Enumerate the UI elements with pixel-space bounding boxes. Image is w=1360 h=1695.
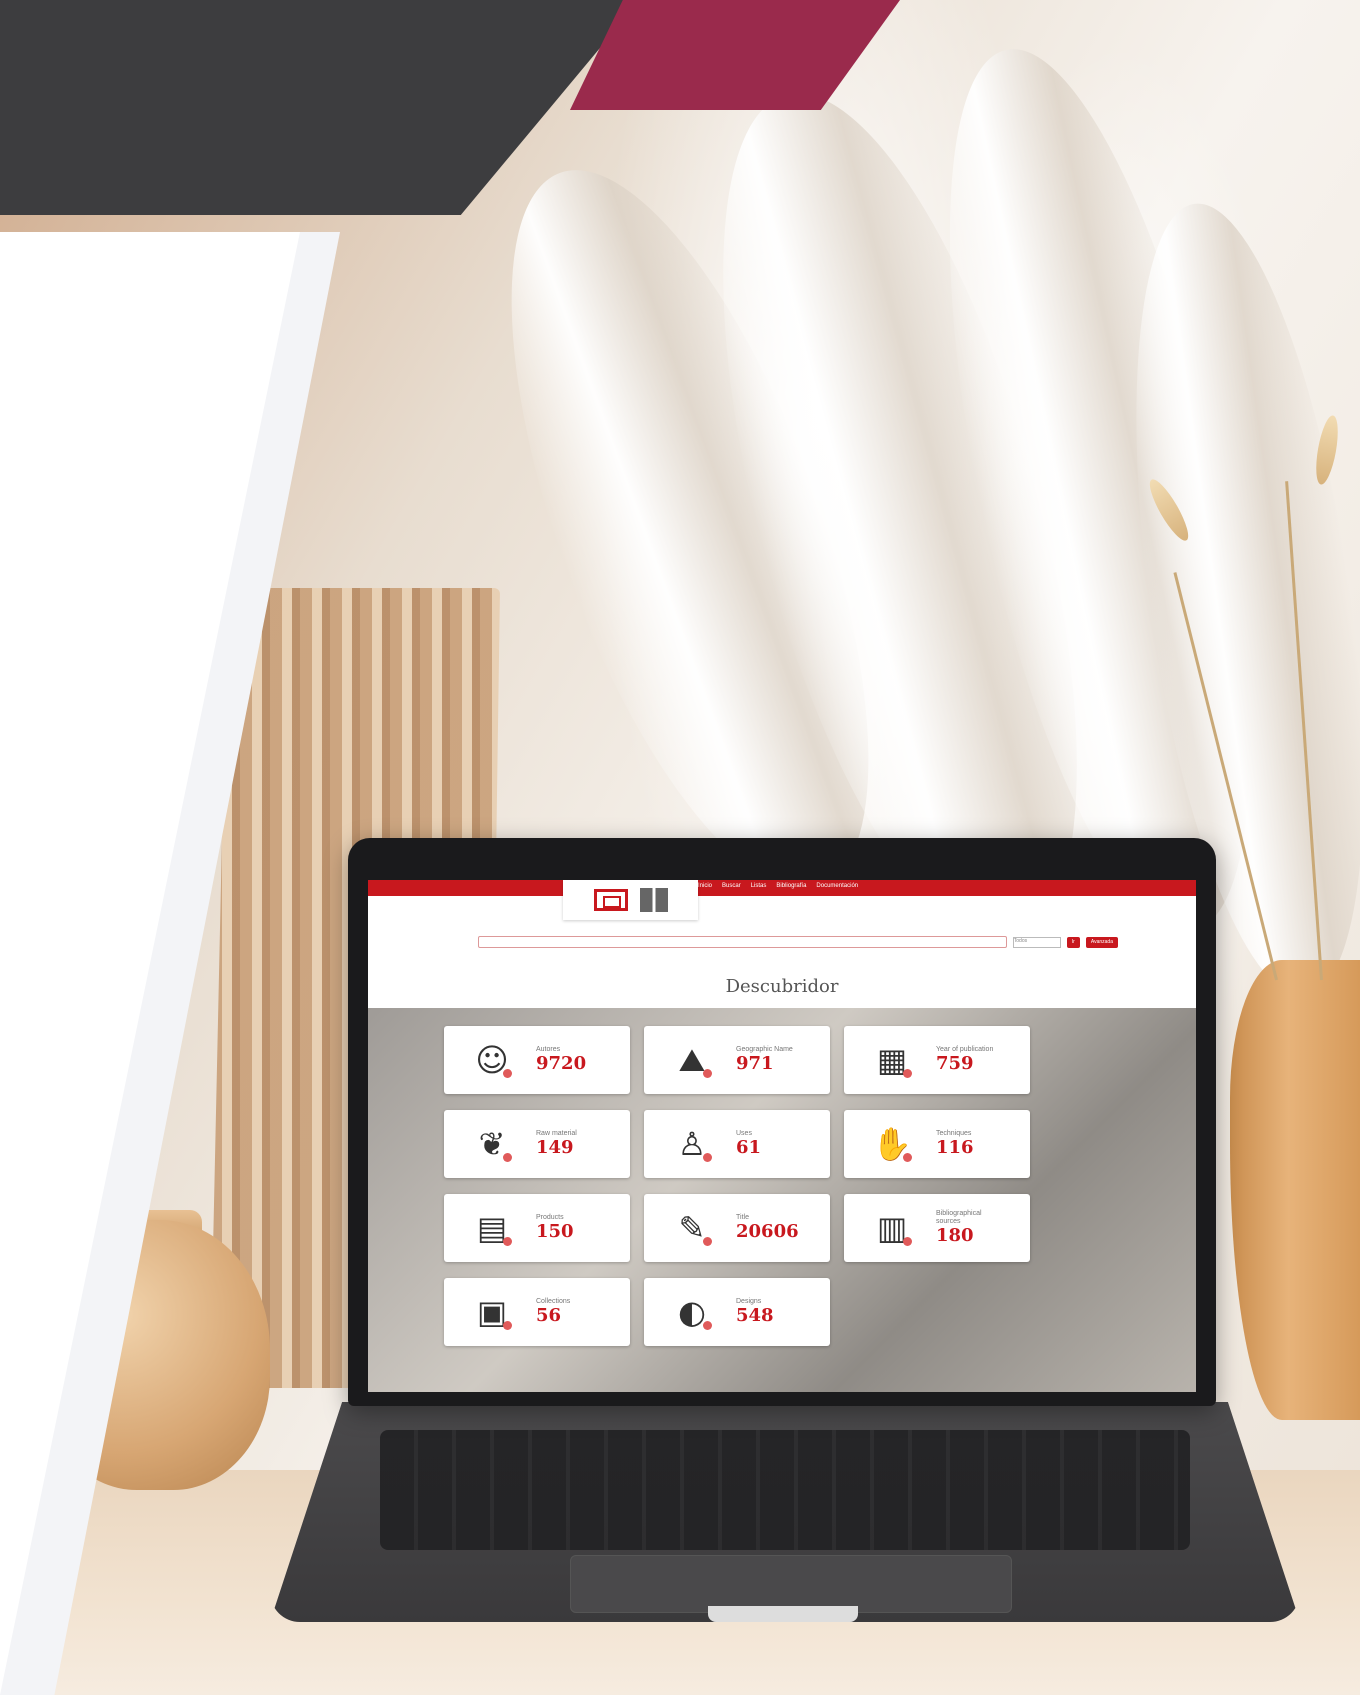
card-bibliographical-sources[interactable]: ▥ Bibliographical sources 180 (844, 1194, 1030, 1262)
nav-item[interactable]: Documentación (816, 883, 858, 889)
search-scope-select[interactable]: Todos (1012, 936, 1061, 948)
laptop-keyboard (380, 1430, 1190, 1550)
advanced-search-button[interactable]: Avanzada (1085, 936, 1118, 948)
card-count: 548 (736, 1305, 774, 1326)
card-authors[interactable]: ☺ Autores 9720 (444, 1026, 630, 1094)
search-button[interactable]: Ir (1066, 936, 1080, 948)
cabinet-icon: ▣ (470, 1290, 514, 1334)
logo-mark-icon (593, 889, 628, 911)
card-count: 971 (736, 1053, 774, 1074)
nav-item[interactable]: Buscar (722, 883, 741, 889)
card-count: 9720 (536, 1053, 587, 1074)
main-nav: Inicio Buscar Listas Bibliografía Docume… (698, 883, 858, 889)
card-count: 116 (936, 1137, 974, 1158)
map-icon: ⛰ (670, 1038, 714, 1082)
book-icon (639, 888, 668, 912)
nav-item[interactable]: Bibliografía (776, 883, 806, 889)
laptop-notch (708, 1606, 858, 1622)
card-count: 759 (936, 1053, 974, 1074)
nav-item[interactable]: Inicio (698, 883, 712, 889)
plant-icon: ❦ (470, 1122, 514, 1166)
books-icon: ▥ (870, 1206, 914, 1250)
card-count: 150 (536, 1221, 574, 1242)
search-input[interactable] (478, 936, 1007, 948)
card-geographic-name[interactable]: ⛰ Geographic Name 971 (644, 1026, 830, 1094)
swatch-icon: ◐ (670, 1290, 714, 1334)
card-count: 20606 (736, 1221, 799, 1242)
site-top-bar: Inicio Buscar Listas Bibliografía Docume… (368, 880, 1196, 896)
search-bar: Todos Ir Avanzada (478, 936, 1118, 948)
card-uses[interactable]: ♙ Uses 61 (644, 1110, 830, 1178)
loom-icon: ▤ (470, 1206, 514, 1250)
site-logo[interactable] (563, 880, 698, 920)
calendar-icon: ▦ (870, 1038, 914, 1082)
person-icon: ☺ (470, 1038, 514, 1082)
photo-scene: Inicio Buscar Listas Bibliografía Docume… (0, 0, 1360, 1695)
card-title[interactable]: ✎ Title 20606 (644, 1194, 830, 1262)
card-count: 149 (536, 1137, 574, 1158)
document-pen-icon: ✎ (670, 1206, 714, 1250)
card-collections[interactable]: ▣ Collections 56 (444, 1278, 630, 1346)
ceramic-vase (1230, 960, 1360, 1420)
card-raw-material[interactable]: ❦ Raw material 149 (444, 1110, 630, 1178)
card-count: 61 (736, 1137, 762, 1158)
card-label: Bibliographical sources (936, 1210, 982, 1225)
nav-item[interactable]: Listas (751, 883, 767, 889)
laptop-screen: Inicio Buscar Listas Bibliografía Docume… (368, 880, 1196, 1392)
worker-icon: ♙ (670, 1122, 714, 1166)
card-year-of-publication[interactable]: ▦ Year of publication 759 (844, 1026, 1030, 1094)
card-designs[interactable]: ◐ Designs 548 (644, 1278, 830, 1346)
laptop-lid: Inicio Buscar Listas Bibliografía Docume… (348, 838, 1216, 1406)
page-title: Descubridor (725, 976, 839, 997)
card-products[interactable]: ▤ Products 150 (444, 1194, 630, 1262)
card-count: 56 (536, 1305, 562, 1326)
card-count: 180 (936, 1225, 974, 1246)
card-techniques[interactable]: ✋ Techniques 116 (844, 1110, 1030, 1178)
hands-icon: ✋ (872, 1125, 912, 1163)
laptop-trackpad (570, 1555, 1012, 1613)
